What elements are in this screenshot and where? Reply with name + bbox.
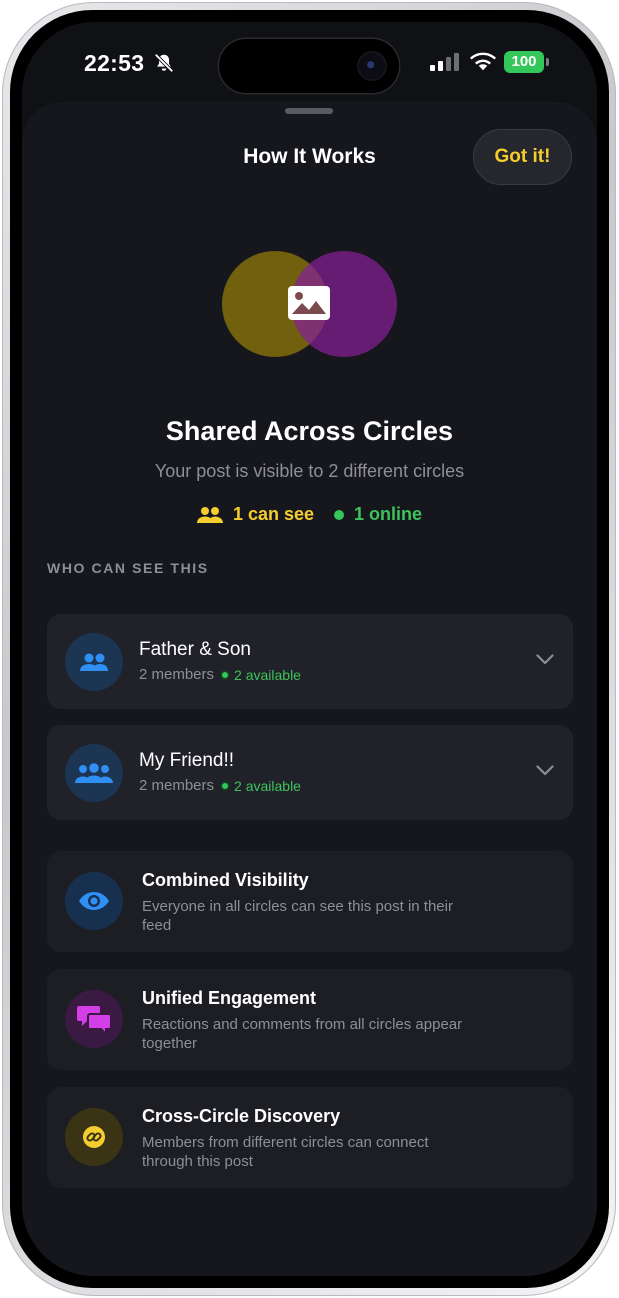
status-bar: 22:53 100 [22, 22, 597, 102]
feature-card-cross-circle-discovery: Cross-Circle Discovery Members from diff… [47, 1087, 573, 1188]
circle-card[interactable]: Father & Son 2 members 2 available [47, 614, 573, 709]
chevron-down-icon[interactable] [536, 765, 554, 776]
how-it-works-sheet: How It Works Got it! Shared Across Circl… [22, 102, 597, 1276]
circle-card[interactable]: My Friend!! 2 members 2 available [47, 725, 573, 820]
circle-meta: 2 members 2 available [139, 666, 301, 683]
feature-icon-badge [65, 990, 123, 1048]
people-icon [196, 506, 223, 523]
can-see-stat: 1 can see [196, 504, 315, 525]
available-badge: 2 available [222, 778, 301, 794]
circle-name: My Friend!! [139, 750, 235, 771]
chevron-down-icon[interactable] [536, 654, 554, 665]
feature-icon-badge [65, 872, 123, 930]
feature-description: Members from different circles can conne… [142, 1134, 429, 1170]
people-icon [80, 653, 108, 671]
stats-row: 1 can see 1 online [22, 504, 597, 525]
chat-bubbles-icon [77, 1006, 111, 1034]
group-icon [75, 763, 113, 783]
available-label: 2 available [234, 666, 301, 683]
feature-title: Combined Visibility [142, 870, 309, 890]
image-icon [288, 286, 330, 320]
link-icon [83, 1126, 105, 1148]
circle-avatar [65, 633, 123, 691]
feature-card-unified-engagement: Unified Engagement Reactions and comment… [47, 969, 573, 1070]
online-label: 1 online [354, 504, 423, 524]
status-time: 22:53 [84, 50, 145, 76]
battery-cap [546, 58, 549, 66]
section-label: WHO CAN SEE THIS [47, 560, 209, 576]
circle-meta: 2 members 2 available [139, 777, 301, 794]
dynamic-island [219, 39, 399, 93]
can-see-label: 1 can see [232, 504, 315, 524]
available-dot-icon [222, 782, 229, 789]
cellular-signal-icon [430, 53, 459, 71]
feature-description: Everyone in all circles can see this pos… [142, 898, 453, 934]
available-badge: 2 available [222, 667, 301, 683]
screen: 22:53 100 How It Works Got it! Shared Ac… [22, 22, 597, 1276]
available-label: 2 available [234, 777, 301, 794]
online-stat: 1 online [334, 504, 422, 525]
eye-icon [79, 892, 109, 910]
hero-subtitle: Your post is visible to 2 different circ… [154, 461, 465, 481]
feature-title: Cross-Circle Discovery [142, 1106, 341, 1126]
feature-title: Unified Engagement [142, 988, 317, 1008]
feature-icon-badge [65, 1108, 123, 1166]
circle-avatar [65, 744, 123, 802]
feature-card-combined-visibility: Combined Visibility Everyone in all circ… [47, 851, 573, 952]
member-count: 2 members [139, 777, 215, 794]
camera-icon [359, 53, 385, 79]
bell-slash-icon [154, 53, 174, 73]
online-dot-icon [334, 509, 345, 520]
member-count: 2 members [139, 666, 215, 683]
sheet-grabber[interactable] [285, 108, 333, 114]
hero-title: Shared Across Circles [165, 416, 454, 446]
feature-description: Reactions and comments from all circles … [142, 1016, 463, 1052]
got-it-button[interactable]: Got it! [473, 129, 572, 185]
available-dot-icon [222, 671, 229, 678]
battery-indicator: 100 [504, 51, 544, 73]
wifi-icon [470, 52, 496, 71]
circles-venn-graphic [222, 251, 397, 359]
circle-name: Father & Son [139, 639, 251, 660]
